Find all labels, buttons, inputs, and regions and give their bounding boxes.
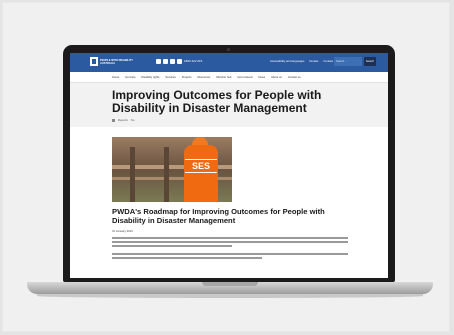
fence-post (130, 147, 135, 202)
phone-number[interactable]: 1800 422 015 (184, 59, 202, 63)
social-links (156, 59, 182, 64)
linkedin-icon[interactable] (177, 59, 182, 64)
logo-icon (90, 57, 98, 66)
site-header: PEOPLE WITH DISABILITY AUSTRALIA 1800 42… (70, 53, 388, 72)
nav-item-member-hub[interactable]: Member hub (216, 76, 231, 79)
meta-category[interactable]: Reports (118, 118, 128, 122)
nav-item-disability-rights[interactable]: Disability rights (141, 76, 159, 79)
page-meta: Reports No (112, 118, 134, 122)
top-link-donate[interactable]: Donate (309, 59, 318, 63)
laptop-shadow (37, 294, 423, 298)
laptop-lid: PEOPLE WITH DISABILITY AUSTRALIA 1800 42… (63, 45, 395, 282)
photo-frame: PEOPLE WITH DISABILITY AUSTRALIA 1800 42… (2, 2, 450, 332)
paragraph-line (112, 237, 348, 239)
nav-item-projects[interactable]: Projects (182, 76, 192, 79)
paragraph-line (112, 245, 232, 247)
article-title: PWDA's Roadmap for Improving Outcomes fo… (112, 207, 325, 225)
site-logo[interactable]: PEOPLE WITH DISABILITY AUSTRALIA (90, 57, 140, 66)
laptop-notch (202, 282, 258, 286)
ses-sign: SES (185, 159, 217, 173)
laptop-base (27, 282, 433, 294)
facebook-icon[interactable] (156, 59, 161, 64)
search-input[interactable]: Search ... (334, 57, 362, 66)
ses-worker (184, 145, 218, 202)
main-nav: Home Get help Disability rights Services… (70, 72, 388, 83)
laptop-screen: PEOPLE WITH DISABILITY AUSTRALIA 1800 42… (70, 53, 388, 278)
paragraph-line (112, 257, 262, 259)
paragraph-line (112, 241, 348, 243)
top-link-accessibility[interactable]: Accessibility and languages (270, 59, 304, 63)
nav-item-about[interactable]: About us (271, 76, 282, 79)
instagram-icon[interactable] (170, 59, 175, 64)
nav-item-services[interactable]: Services (165, 76, 175, 79)
nav-item-home[interactable]: Home (112, 76, 119, 79)
nav-item-get-help[interactable]: Get help (125, 76, 135, 79)
logo-text: PEOPLE WITH DISABILITY AUSTRALIA (100, 58, 133, 65)
paragraph-line (112, 253, 348, 255)
article-date: 31 January 2023 (112, 229, 133, 233)
category-icon (112, 118, 115, 122)
page-hero: Improving Outcomes for People with Disab… (70, 83, 388, 127)
fence-post (164, 147, 169, 202)
nav-item-news[interactable]: News (258, 76, 265, 79)
meta-extra: No (130, 118, 135, 122)
nav-item-contact[interactable]: Contact us (288, 76, 301, 79)
article-image: SES (112, 137, 232, 202)
twitter-icon[interactable] (163, 59, 168, 64)
page-title: Improving Outcomes for People with Disab… (112, 88, 322, 115)
nav-item-get-involved[interactable]: Get involved (237, 76, 252, 79)
top-links: Accessibility and languages Donate Conta… (270, 59, 337, 63)
camera-icon (227, 48, 230, 51)
search-button[interactable]: Search (364, 57, 376, 66)
nav-item-resources[interactable]: Resources (197, 76, 210, 79)
